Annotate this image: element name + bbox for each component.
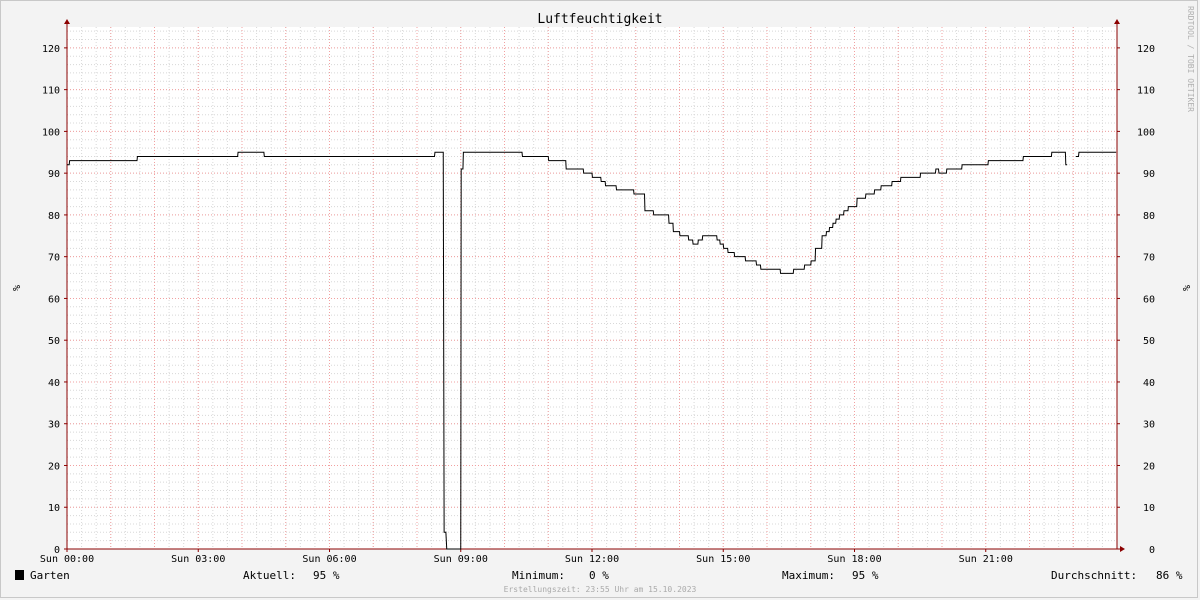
y-tick-label-right: 20 (1143, 461, 1155, 472)
y-tick-label-right: 40 (1143, 378, 1155, 389)
y-tick-label-left: 80 (48, 211, 60, 222)
y-tick-labels-right: 0 10 20 30 40 50 60 70 80 90 100 110 120 (1137, 44, 1155, 556)
y-axis-label-right: % (1180, 285, 1191, 291)
y-tick-label-left: 120 (42, 44, 60, 55)
watermark: RRDTOOL / TOBI OETIKER (1186, 6, 1195, 112)
stat-durchschnitt-value: 86 % (1156, 569, 1183, 582)
x-tick-label: Sun 12:00 (565, 554, 619, 565)
y-tick-label-left: 40 (48, 378, 60, 389)
y-axis-label-left: % (10, 285, 21, 291)
x-tick-label: Sun 15:00 (696, 554, 750, 565)
legend-swatch (15, 570, 24, 580)
legend-series-name: Garten (30, 569, 70, 582)
x-tick-label: Sun 09:00 (434, 554, 488, 565)
y-tick-label-left: 110 (42, 86, 60, 97)
y-tick-label-right: 30 (1143, 420, 1155, 431)
y-tick-label-right: 70 (1143, 253, 1155, 264)
y-tick-label-right: 100 (1137, 127, 1155, 138)
chart-title: Luftfeuchtigkeit (537, 12, 662, 27)
x-tick-label: Sun 06:00 (302, 554, 356, 565)
y-tick-label-right: 60 (1143, 294, 1155, 305)
stat-aktuell-value: 95 % (313, 569, 340, 582)
x-axis-arrow (1120, 546, 1125, 552)
stat-maximum-value: 95 % (852, 569, 879, 582)
x-tick-label: Sun 21:00 (959, 554, 1013, 565)
y-tick-label-right: 80 (1143, 211, 1155, 222)
stat-maximum-label: Maximum: (782, 569, 835, 582)
y-tick-label-right: 120 (1137, 44, 1155, 55)
x-tick-labels: Sun 00:00 Sun 03:00 Sun 06:00 Sun 09:00 Sun … (40, 554, 1013, 565)
y-tick-labels-left: 0102030405060708090100110120 (42, 44, 60, 556)
y-axis-arrow-right (1114, 19, 1120, 24)
y-tick-label-left: 10 (48, 503, 60, 514)
y-tick-label-left: 100 (42, 127, 60, 138)
y-tick-label-left: 30 (48, 420, 60, 431)
y-tick-label-left: 50 (48, 336, 60, 347)
stat-aktuell-label: Aktuell: (243, 569, 296, 582)
x-tick-label: Sun 18:00 (827, 554, 881, 565)
y-tick-label-right: 90 (1143, 169, 1155, 180)
y-tick-label-left: 60 (48, 294, 60, 305)
y-tick-label-right: 0 (1149, 545, 1155, 556)
y-tick-label-left: 70 (48, 253, 60, 264)
x-tick-label: Sun 03:00 (171, 554, 225, 565)
stat-durchschnitt-label: Durchschnitt: (1051, 569, 1137, 582)
stat-minimum-value: 0 % (589, 569, 609, 582)
creation-time: Erstellungszeit: 23:55 Uhr am 15.10.2023 (504, 585, 697, 594)
y-tick-label-left: 90 (48, 169, 60, 180)
y-tick-label-right: 50 (1143, 336, 1155, 347)
y-tick-label-left: 20 (48, 461, 60, 472)
y-tick-label-right: 110 (1137, 86, 1155, 97)
x-tick-label: Sun 00:00 (40, 554, 94, 565)
stat-minimum-label: Minimum: (512, 569, 565, 582)
y-tick-label-right: 10 (1143, 503, 1155, 514)
y-axis-arrow-left (64, 19, 70, 24)
chart: 0 10 20 30 40 50 60 70 80 90 100 110 120 0 10 20 30 40 50… (10, 6, 1195, 594)
